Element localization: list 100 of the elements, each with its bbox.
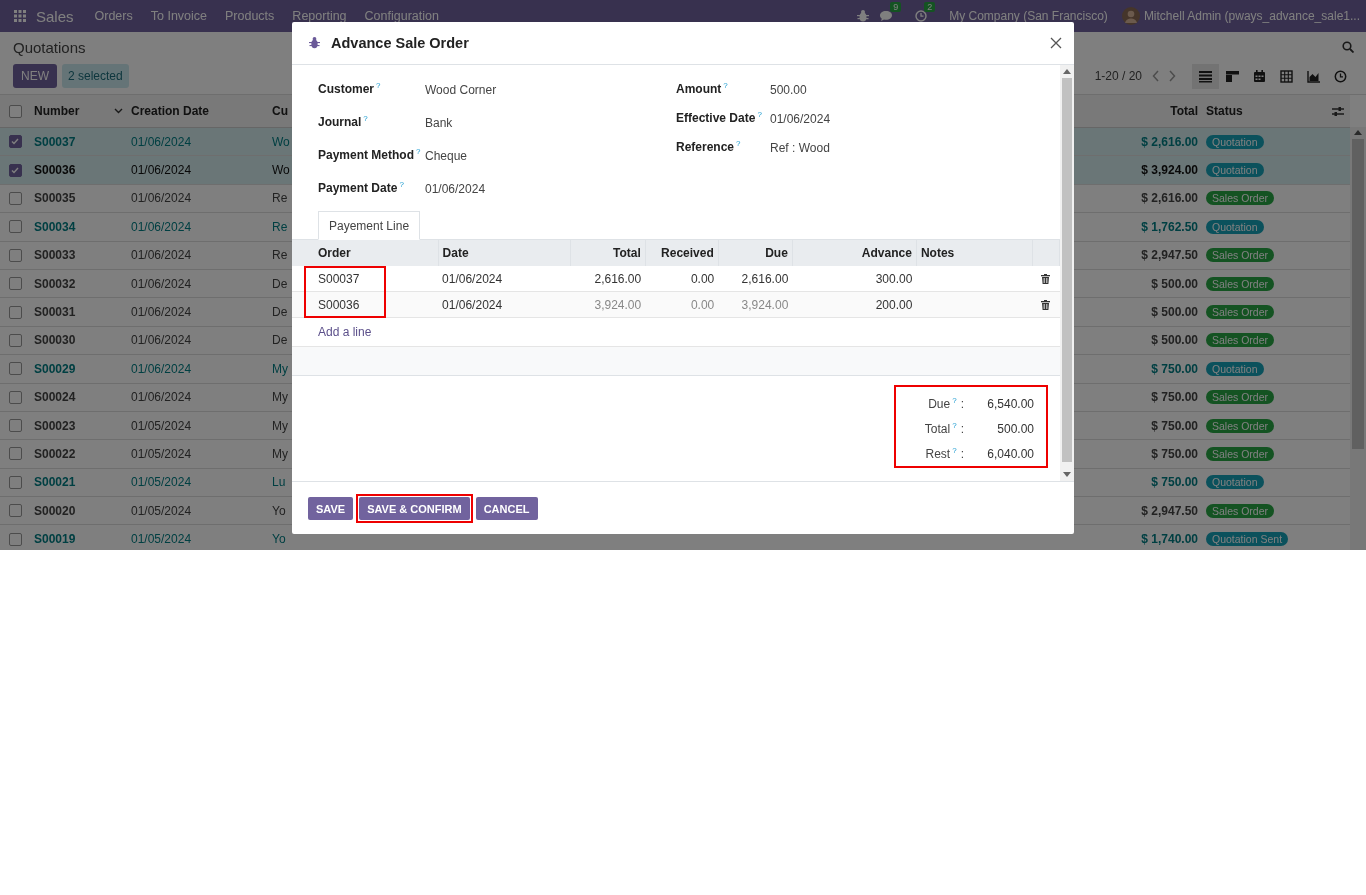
table-cell-text: $ 1,762.50: [1140, 219, 1199, 234]
caret-icon: [114, 108, 123, 114]
table-cell-text: 01/06/2024: [130, 390, 193, 405]
row-checkbox[interactable]: [8, 248, 22, 262]
table-cell-text: S00030: [33, 333, 77, 348]
row-checkbox[interactable]: [8, 504, 22, 518]
column-header[interactable]: Notes: [916, 240, 1033, 266]
next-icon[interactable]: [1168, 70, 1176, 82]
row-checkbox[interactable]: [8, 305, 22, 319]
total-value: 6,040.00: [986, 446, 1035, 461]
close-icon[interactable]: [1050, 37, 1062, 49]
company-switcher[interactable]: My Company (San Francisco): [949, 9, 1108, 23]
field-value[interactable]: Bank: [425, 114, 453, 147]
table-cell: 3,924.00: [718, 291, 793, 318]
column-header[interactable]: Total: [570, 240, 646, 266]
help-tooltip[interactable]: ?: [952, 421, 957, 430]
column-header[interactable]: Date: [438, 240, 571, 266]
selection-info[interactable]: 2 selected: [62, 64, 129, 88]
column-header[interactable]: Number: [30, 104, 127, 118]
column-header[interactable]: Order: [292, 240, 439, 266]
dialog-button[interactable]: SAVE: [308, 497, 354, 520]
row-checkbox[interactable]: [8, 532, 22, 546]
column-header[interactable]: Cu: [272, 104, 288, 118]
search-icon[interactable]: [1342, 41, 1354, 53]
add-line-link[interactable]: Add a line: [318, 325, 372, 339]
avatar[interactable]: [1121, 7, 1140, 25]
clock-icon[interactable]: [915, 10, 928, 22]
column-header[interactable]: Status: [1202, 104, 1325, 118]
help-tooltip[interactable]: ?: [736, 139, 741, 148]
select-all-checkbox[interactable]: [8, 104, 22, 118]
scrollbar[interactable]: [1060, 65, 1074, 481]
field-value[interactable]: 01/06/2024: [770, 110, 831, 139]
status-badge: Sales Order: [1206, 333, 1275, 348]
menu-item[interactable]: Reporting: [283, 9, 356, 23]
table-cell: My: [272, 418, 288, 433]
table-cell: 300.00: [792, 266, 917, 292]
table-cell-text: S00023: [33, 418, 77, 433]
field-value[interactable]: 01/06/2024: [425, 180, 486, 213]
table-cell: My: [272, 447, 288, 461]
menu-item[interactable]: Orders: [85, 9, 142, 23]
chat-icon[interactable]: [879, 10, 894, 22]
row-checkbox[interactable]: [8, 362, 22, 376]
help-tooltip[interactable]: ?: [376, 81, 381, 90]
app-name[interactable]: Sales: [36, 7, 74, 25]
table-cell: De: [272, 333, 288, 348]
scrollbar[interactable]: [1350, 127, 1366, 550]
help-tooltip[interactable]: ?: [723, 81, 728, 90]
new-button[interactable]: NEW: [13, 64, 57, 88]
table-cell-text: S00034: [33, 219, 77, 234]
column-header[interactable]: Received: [645, 240, 719, 266]
column-header[interactable]: Advance: [792, 240, 917, 266]
row-checkbox[interactable]: [8, 191, 22, 205]
view-switch-button[interactable]: [1192, 63, 1219, 89]
help-tooltip[interactable]: ?: [952, 396, 957, 405]
previous-icon[interactable]: [1152, 70, 1160, 82]
field-value[interactable]: Ref : Wood: [770, 139, 830, 168]
column-header[interactable]: Creation Date: [127, 104, 268, 118]
column-settings-icon[interactable]: [1331, 105, 1344, 117]
field-value[interactable]: Wood Corner: [425, 81, 497, 114]
field-value[interactable]: 500.00: [770, 81, 807, 110]
help-tooltip[interactable]: ?: [416, 147, 421, 156]
menu-item[interactable]: Configuration: [355, 9, 448, 23]
row-checkbox[interactable]: [8, 163, 22, 177]
table-cell-text: S00033: [33, 248, 77, 263]
menu-item[interactable]: To Invoice: [141, 9, 216, 23]
help-tooltip[interactable]: ?: [757, 110, 762, 119]
table-cell: 200.00: [792, 291, 917, 318]
column-header[interactable]: Total: [1078, 104, 1202, 118]
row-checkbox[interactable]: [8, 419, 22, 433]
status-badge: Sales Order: [1206, 447, 1275, 461]
help-tooltip[interactable]: ?: [363, 114, 368, 123]
trash-icon[interactable]: [1041, 273, 1051, 284]
table-cell: 01/06/2024: [438, 291, 571, 318]
table-cell-text: S00022: [33, 447, 77, 461]
help-tooltip[interactable]: ?: [952, 446, 957, 455]
menu-item[interactable]: Products: [216, 9, 284, 23]
row-checkbox[interactable]: [8, 333, 22, 347]
row-checkbox[interactable]: [8, 390, 22, 404]
field-value[interactable]: Cheque: [425, 147, 468, 180]
table-cell: De: [272, 305, 288, 320]
status-badge: Sales Order: [1206, 418, 1275, 433]
tab[interactable]: Payement Line: [318, 211, 421, 240]
help-tooltip[interactable]: ?: [399, 180, 404, 189]
table-cell-text: $ 500.00: [1150, 305, 1199, 320]
row-checkbox[interactable]: [8, 475, 22, 489]
row-checkbox[interactable]: [8, 277, 22, 291]
count-badge: 2: [924, 2, 936, 12]
dialog-button[interactable]: SAVE & CONFIRM: [359, 497, 470, 520]
area-chart-icon: [1307, 69, 1320, 83]
bug-icon[interactable]: [857, 10, 870, 22]
row-checkbox[interactable]: [8, 220, 22, 234]
dialog-button[interactable]: CANCEL: [475, 497, 538, 520]
row-checkbox[interactable]: [8, 447, 22, 461]
user-menu[interactable]: Mitchell Admin (pways_advance_sale1...: [1143, 9, 1360, 23]
table-cell-text: 01/06/2024: [130, 163, 193, 178]
apps-icon[interactable]: [14, 10, 26, 22]
pager-value[interactable]: 1-20 / 20: [1094, 69, 1142, 83]
row-checkbox[interactable]: [8, 135, 22, 149]
column-header[interactable]: Due: [718, 240, 793, 266]
trash-icon[interactable]: [1041, 299, 1051, 310]
